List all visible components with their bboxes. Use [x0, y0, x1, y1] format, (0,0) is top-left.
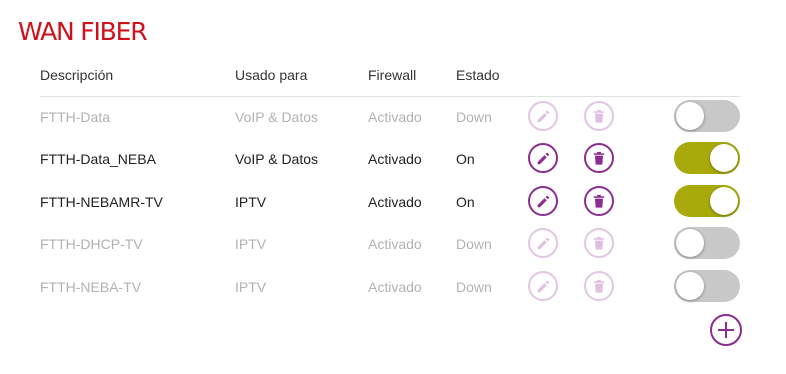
- toggle-knob: [710, 144, 738, 172]
- page-title: WAN FIBER: [18, 17, 148, 46]
- enable-toggle[interactable]: [674, 270, 740, 302]
- table-row: FTTH-NEBA-TV IPTV Activado Down: [0, 267, 786, 309]
- row-used-for: VoIP & Datos: [235, 151, 319, 167]
- plus-icon: [718, 322, 734, 338]
- table-header: Descripción Usado para Firewall Estado: [0, 67, 786, 89]
- table-row: FTTH-Data VoIP & Datos Activado Down: [0, 97, 786, 139]
- header-state: Estado: [456, 67, 500, 83]
- pencil-icon: [537, 195, 550, 208]
- edit-button[interactable]: [528, 101, 558, 131]
- pencil-icon: [537, 110, 550, 123]
- row-used-for: VoIP & Datos: [235, 109, 319, 125]
- enable-toggle[interactable]: [674, 100, 740, 132]
- enable-toggle[interactable]: [674, 227, 740, 259]
- row-firewall: Activado: [368, 279, 422, 295]
- table-row: FTTH-DHCP-TV IPTV Activado Down: [0, 224, 786, 266]
- edit-button[interactable]: [528, 271, 558, 301]
- trash-icon: [593, 279, 605, 293]
- toggle-knob: [710, 187, 738, 215]
- row-description: FTTH-DHCP-TV: [40, 236, 143, 252]
- row-firewall: Activado: [368, 194, 422, 210]
- delete-button[interactable]: [584, 143, 614, 173]
- trash-icon: [593, 151, 605, 165]
- row-firewall: Activado: [368, 236, 422, 252]
- row-description: FTTH-NEBA-TV: [40, 279, 142, 295]
- toggle-knob: [676, 272, 704, 300]
- row-state: On: [456, 194, 475, 210]
- header-firewall: Firewall: [368, 67, 417, 83]
- row-description: FTTH-Data_NEBA: [40, 151, 156, 167]
- pencil-icon: [537, 280, 550, 293]
- table-row: FTTH-NEBAMR-TV IPTV Activado On: [0, 182, 786, 224]
- row-used-for: IPTV: [235, 194, 267, 210]
- trash-icon: [593, 109, 605, 123]
- row-state: Down: [456, 236, 492, 252]
- row-description: FTTH-Data: [40, 109, 110, 125]
- trash-icon: [593, 194, 605, 208]
- row-firewall: Activado: [368, 109, 422, 125]
- delete-button[interactable]: [584, 271, 614, 301]
- pencil-icon: [537, 237, 550, 250]
- edit-button[interactable]: [528, 186, 558, 216]
- pencil-icon: [537, 152, 550, 165]
- row-used-for: IPTV: [235, 279, 267, 295]
- header-used-for: Usado para: [235, 67, 308, 83]
- table-row: FTTH-Data_NEBA VoIP & Datos Activado On: [0, 139, 786, 181]
- edit-button[interactable]: [528, 228, 558, 258]
- toggle-knob: [676, 102, 704, 130]
- row-state: Down: [456, 279, 492, 295]
- header-description: Descripción: [40, 67, 114, 83]
- enable-toggle[interactable]: [674, 142, 740, 174]
- row-used-for: IPTV: [235, 236, 267, 252]
- row-state: Down: [456, 109, 492, 125]
- row-state: On: [456, 151, 475, 167]
- row-firewall: Activado: [368, 151, 422, 167]
- delete-button[interactable]: [584, 186, 614, 216]
- toggle-knob: [676, 229, 704, 257]
- delete-button[interactable]: [584, 228, 614, 258]
- trash-icon: [593, 236, 605, 250]
- delete-button[interactable]: [584, 101, 614, 131]
- edit-button[interactable]: [528, 143, 558, 173]
- enable-toggle[interactable]: [674, 185, 740, 217]
- row-description: FTTH-NEBAMR-TV: [40, 194, 163, 210]
- add-connection-button[interactable]: [710, 314, 742, 346]
